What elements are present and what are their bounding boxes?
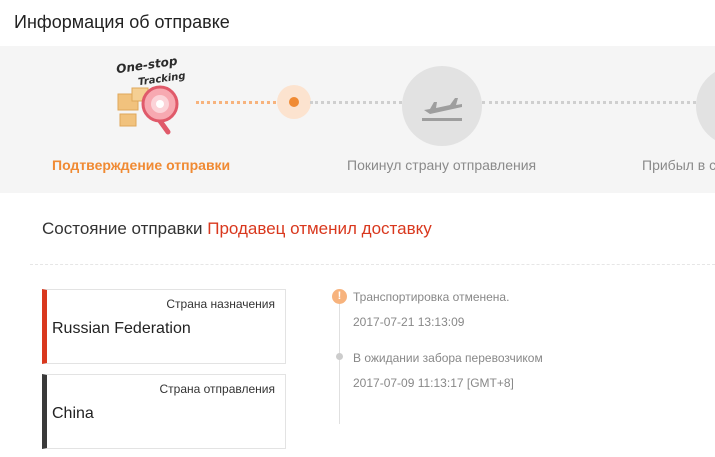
dot-icon bbox=[336, 353, 343, 360]
timeline-event: В ожидании забора перевозчиком bbox=[353, 351, 543, 365]
progress-connector-pending bbox=[310, 101, 402, 104]
origin-country: China bbox=[52, 405, 94, 422]
page-header: Информация об отправке bbox=[0, 0, 715, 46]
progress-connector-pending-2 bbox=[482, 101, 696, 104]
section-divider bbox=[30, 264, 715, 265]
current-step-marker bbox=[277, 85, 311, 119]
status-value: Продавец отменил доставку bbox=[207, 219, 432, 238]
status-label: Состояние отправки bbox=[42, 219, 203, 238]
shipment-status: Состояние отправки Продавец отменил дост… bbox=[42, 219, 432, 239]
destination-card: Страна назначения Russian Federation bbox=[42, 289, 286, 364]
timeline-time: 2017-07-21 13:13:09 bbox=[353, 315, 465, 329]
origin-caption: Страна отправления bbox=[159, 382, 276, 396]
step-label-confirmation: Подтверждение отправки bbox=[52, 157, 231, 173]
one-stop-tracking-logo: One-stop Tracking bbox=[110, 54, 200, 140]
origin-card: Страна отправления China bbox=[42, 374, 286, 449]
timeline-event: Транспортировка отменена. bbox=[353, 290, 510, 304]
airplane-departure-icon bbox=[422, 98, 462, 121]
alert-icon: ! bbox=[332, 289, 347, 304]
tracking-progress: One-stop Tracking Подтверждение отправки… bbox=[0, 46, 715, 193]
step-label-arrived: Прибыл в с bbox=[642, 157, 715, 173]
step-arrival-circle bbox=[696, 66, 715, 146]
step-label-departed: Покинул страну отправления bbox=[347, 157, 537, 173]
progress-connector-done bbox=[196, 101, 281, 104]
timeline-time: 2017-07-09 11:13:17 [GMT+8] bbox=[353, 376, 514, 390]
destination-caption: Страна назначения bbox=[166, 297, 275, 311]
timeline-line bbox=[339, 304, 340, 424]
destination-country: Russian Federation bbox=[52, 320, 191, 337]
page-title: Информация об отправке bbox=[14, 12, 230, 32]
step-departure-circle bbox=[402, 66, 482, 146]
current-step-dot bbox=[289, 97, 299, 107]
